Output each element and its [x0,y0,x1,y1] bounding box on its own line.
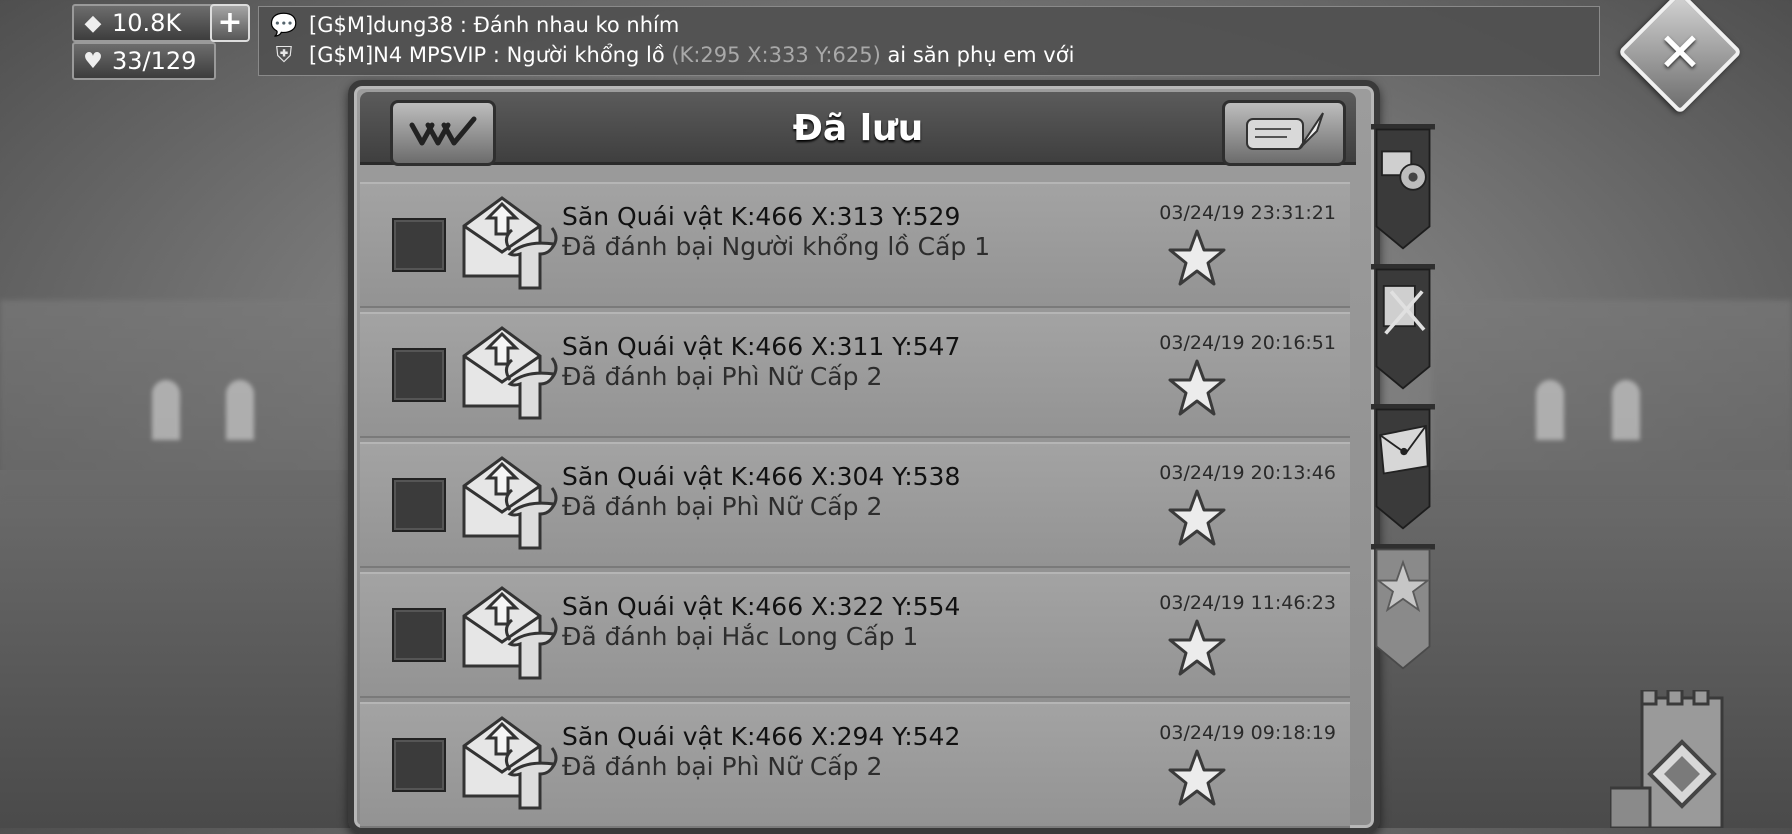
background-arch [1612,380,1640,440]
gems-counter: ◆ 10.8K [72,4,216,42]
star-icon[interactable] [1166,748,1228,810]
star-icon[interactable] [1166,488,1228,550]
monster-report-icon [462,196,558,290]
mail-timestamp: 03/24/19 20:16:51 [1159,332,1336,354]
chat-bubble-icon: 💬 [270,12,298,38]
scroll-quill-icon [1246,112,1324,150]
guild-shield-icon: ⛨ [275,42,293,68]
star-icon[interactable] [1166,618,1228,680]
mail-title: Săn Quái vật K:466 X:294 Y:542 [562,722,961,751]
mail-timestamp: 03/24/19 23:31:21 [1159,202,1336,224]
chat-sender: [G$M]N4 MPSVIP [309,43,487,67]
background-arch [152,380,180,440]
background-wall-left [0,300,360,500]
chat-separator: : [453,13,474,37]
stamina-value: 33/129 [112,47,197,75]
mail-title: Săn Quái vật K:466 X:304 Y:538 [562,462,961,491]
gems-value: 10.8K [112,9,182,37]
mail-subtitle: Đã đánh bại Phì Nữ Cấp 2 [562,752,883,781]
mail-checkbox[interactable] [392,218,446,272]
mail-subtitle: Đã đánh bại Phì Nữ Cấp 2 [562,362,883,391]
chat-coordinate-link[interactable]: (K:295 X:333 Y:625) [671,43,880,67]
chat-sender: [G$M]dung38 [309,13,454,37]
tab-system[interactable] [1368,124,1438,252]
monster-report-icon [462,716,558,810]
chat-message: [G$M]dung38 : Đánh nhau ko nhím [309,13,679,37]
background-arch [1536,380,1564,440]
castle-button[interactable] [1610,690,1730,828]
heart-icon: ♥ [83,48,103,74]
tab-saved[interactable] [1368,544,1438,672]
mail-title: Săn Quái vật K:466 X:311 Y:547 [562,332,961,361]
mail-checkbox[interactable] [392,348,446,402]
mail-timestamp: 03/24/19 20:13:46 [1159,462,1336,484]
monster-report-icon [462,586,558,680]
star-icon[interactable] [1166,358,1228,420]
mail-panel: Đã lưu Săn Quái vật K:466 X:313 Y:529 Đã [348,80,1380,834]
chat-message: [G$M]N4 MPSVIP : Người khổng lồ (K:295 X… [309,43,1074,67]
mail-timestamp: 03/24/19 11:46:23 [1159,592,1336,614]
mail-checkbox[interactable] [392,608,446,662]
stamina-counter: ♥ 33/129 [72,42,216,80]
mail-checkbox[interactable] [392,738,446,792]
mail-subtitle: Đã đánh bại Hắc Long Cấp 1 [562,622,919,651]
chat-text: Đánh nhau ko nhím [473,13,680,37]
list-item[interactable]: Săn Quái vật K:466 X:322 Y:554 Đã đánh b… [360,572,1350,698]
chat-bar[interactable]: 💬 ⛨ [G$M]dung38 : Đánh nhau ko nhím [G$M… [258,6,1600,76]
gem-icon: ◆ [84,10,102,36]
tab-messages[interactable] [1368,404,1438,532]
star-icon[interactable] [1166,228,1228,290]
close-icon[interactable]: ✕ [1636,8,1724,96]
mail-list: Săn Quái vật K:466 X:313 Y:529 Đã đánh b… [360,182,1350,832]
buy-gems-button[interactable]: + [210,4,250,42]
list-item[interactable]: Săn Quái vật K:466 X:313 Y:529 Đã đánh b… [360,182,1350,308]
list-item[interactable]: Săn Quái vật K:466 X:304 Y:538 Đã đánh b… [360,442,1350,568]
compose-button[interactable] [1222,100,1346,166]
chat-text: Người khổng lồ [506,43,672,67]
chat-text: ai săn phụ em với [880,43,1075,67]
mail-title: Săn Quái vật K:466 X:322 Y:554 [562,592,961,621]
mail-timestamp: 03/24/19 09:18:19 [1159,722,1336,744]
tab-reports[interactable] [1368,264,1438,392]
page-title: Đã lưu [792,108,924,149]
monster-report-icon [462,326,558,420]
background-arch [226,380,254,440]
mail-title: Săn Quái vật K:466 X:313 Y:529 [562,202,961,231]
list-item[interactable]: Săn Quái vật K:466 X:311 Y:547 Đã đánh b… [360,312,1350,438]
mail-subtitle: Đã đánh bại Người khổng lồ Cấp 1 [562,232,991,261]
chat-separator: : [486,43,507,67]
monster-report-icon [462,456,558,550]
list-item[interactable]: Săn Quái vật K:466 X:294 Y:542 Đã đánh b… [360,702,1350,828]
panel-header: Đã lưu [360,92,1356,166]
mail-checkbox[interactable] [392,478,446,532]
mail-subtitle: Đã đánh bại Phì Nữ Cấp 2 [562,492,883,521]
